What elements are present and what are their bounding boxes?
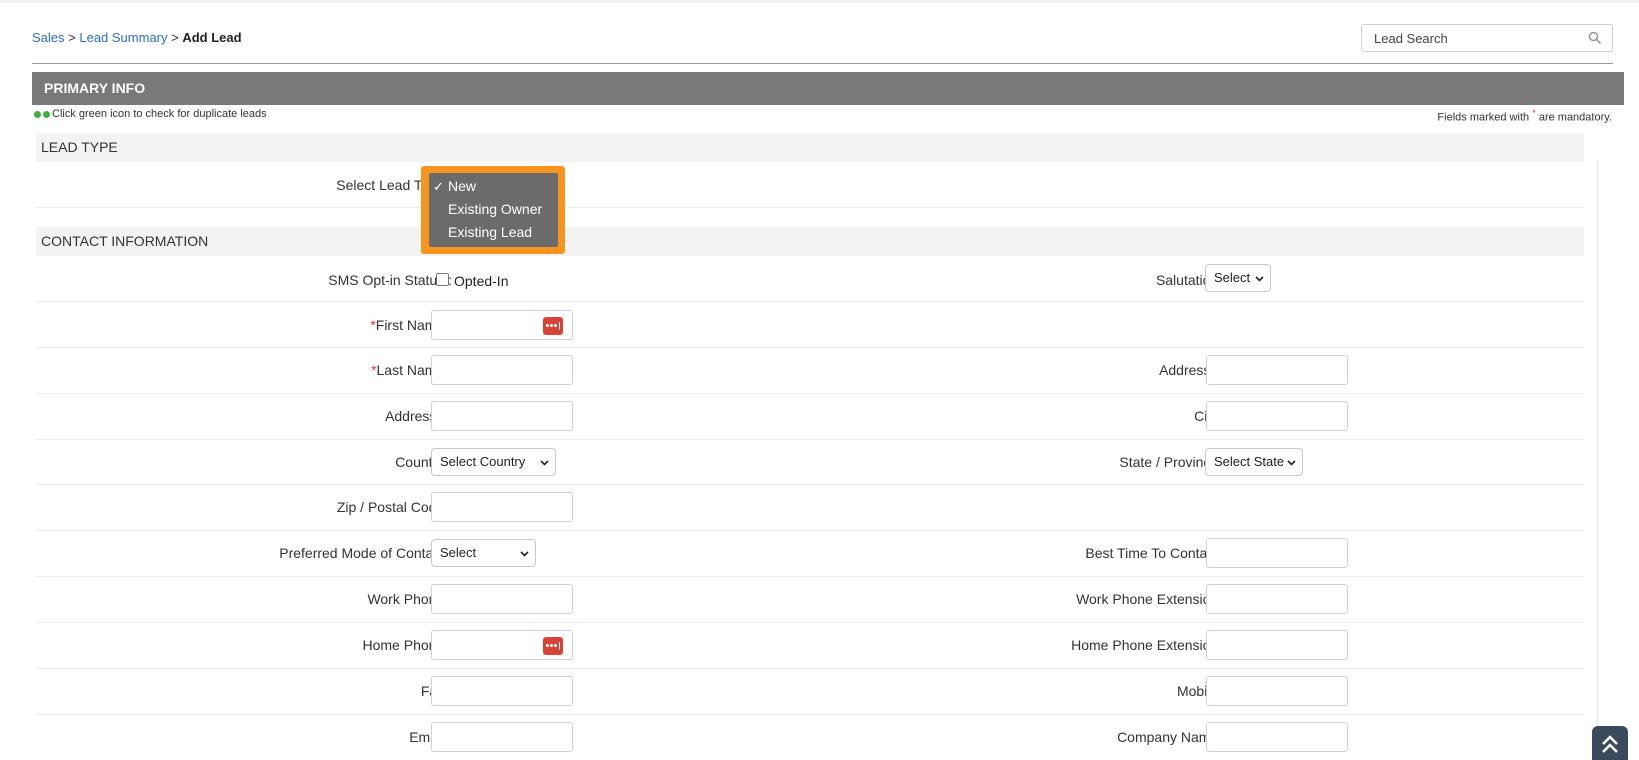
form-row-email: Email : Company Name :	[36, 715, 1584, 760]
form-right-border	[1597, 162, 1598, 760]
chevron-down-icon	[1287, 460, 1296, 466]
company-name-input[interactable]	[1206, 722, 1348, 752]
form-row-first-name: *First Name :	[36, 302, 1584, 348]
home-ext-input[interactable]	[1206, 630, 1348, 660]
form-row-fax: Fax : Mobile :	[36, 669, 1584, 715]
pref-contact-select-value: Select	[440, 545, 477, 560]
duplicate-hint: Click green icon to check for duplicate …	[34, 108, 267, 120]
mandatory-note-suffix: are mandatory.	[1535, 111, 1612, 124]
lead-type-option-label: Existing Lead	[448, 224, 533, 240]
breadcrumb-separator: >	[167, 30, 183, 45]
sms-optin-label: SMS Opt-in Status :	[328, 272, 452, 288]
country-select[interactable]: Select Country	[431, 448, 556, 476]
mobile-input[interactable]	[1206, 676, 1348, 706]
best-time-input[interactable]	[1206, 538, 1348, 568]
form-row-last-name: *Last Name : Address1 :	[36, 348, 1584, 394]
breadcrumb-sales-link[interactable]: Sales	[32, 30, 65, 45]
sms-optin-checkbox[interactable]	[436, 273, 449, 286]
pref-contact-label: Preferred Mode of Contact :	[279, 545, 452, 561]
last-name-input[interactable]	[431, 355, 573, 385]
state-select[interactable]: Select State	[1205, 448, 1303, 476]
form-row-home-phone: Home Phone : Home Phone Extension :	[36, 623, 1584, 669]
breadcrumb-separator: >	[64, 30, 80, 45]
work-ext-label: Work Phone Extension :	[1076, 591, 1226, 607]
chevron-down-icon	[540, 460, 549, 466]
city-input[interactable]	[1206, 401, 1348, 431]
mandatory-note-prefix: Fields marked with	[1437, 111, 1533, 124]
form-row-zip: Zip / Postal Code :	[36, 485, 1584, 531]
home-ext-label: Home Phone Extension :	[1071, 637, 1226, 653]
pref-contact-select[interactable]: Select	[431, 539, 536, 567]
lead-type-section-header: LEAD TYPE	[36, 133, 1584, 162]
state-select-value: Select State	[1214, 454, 1285, 469]
address2-input[interactable]	[431, 401, 573, 431]
breadcrumb-lead-summary-link[interactable]: Lead Summary	[79, 30, 167, 45]
green-dot-icon	[34, 110, 41, 118]
form-row-sms: SMS Opt-in Status : Opted-In Salutation …	[36, 257, 1584, 302]
primary-info-header: PRIMARY INFO	[32, 72, 1624, 105]
password-key-icon[interactable]	[543, 637, 563, 655]
chevron-down-icon	[520, 551, 529, 557]
best-time-label: Best Time To Contact :	[1085, 545, 1226, 561]
divider	[32, 63, 1613, 64]
breadcrumb: Sales > Lead Summary > Add Lead	[32, 30, 242, 45]
double-chevron-up-icon	[1602, 735, 1618, 753]
work-ext-input[interactable]	[1206, 584, 1348, 614]
lead-type-dropdown-menu: ✓ New Existing Owner Existing Lead	[429, 173, 558, 247]
mandatory-note: Fields marked with * are mandatory.	[1437, 108, 1612, 124]
lead-search-input[interactable]	[1362, 25, 1577, 51]
country-select-value: Select Country	[440, 454, 526, 469]
contact-info-section-header: CONTACT INFORMATION	[36, 227, 1584, 256]
lead-type-option-label: New	[448, 178, 477, 194]
check-icon: ✓	[433, 179, 444, 194]
lead-type-row: Select Lead Type :	[36, 162, 1584, 208]
chevron-down-icon	[1255, 276, 1264, 282]
form-row-work-phone: Work Phone : Work Phone Extension :	[36, 577, 1584, 623]
address1-input[interactable]	[1206, 355, 1348, 385]
breadcrumb-current: Add Lead	[182, 30, 242, 45]
lead-type-option-label: Existing Owner	[448, 201, 543, 217]
green-dot-icon	[43, 110, 50, 118]
scroll-to-top-button[interactable]	[1592, 726, 1628, 760]
lead-search-box	[1361, 24, 1613, 52]
form-row-pref-contact: Preferred Mode of Contact : Select Best …	[36, 531, 1584, 577]
first-name-input[interactable]	[431, 310, 573, 340]
password-key-icon[interactable]	[543, 317, 563, 335]
work-phone-input[interactable]	[431, 584, 573, 614]
fax-input[interactable]	[431, 676, 573, 706]
email-input[interactable]	[431, 722, 573, 752]
salutation-select[interactable]: Select	[1205, 264, 1271, 292]
form-row-address2: Address2 : City :	[36, 394, 1584, 440]
search-icon[interactable]	[1588, 31, 1602, 45]
lead-type-option-new[interactable]: ✓ New	[429, 175, 558, 198]
salutation-select-value: Select	[1214, 270, 1251, 285]
lead-type-option-existing-lead[interactable]: Existing Lead	[429, 221, 558, 244]
form-row-country: Country : Select Country State / Provinc…	[36, 440, 1584, 485]
lead-type-option-existing-owner[interactable]: Existing Owner	[429, 198, 558, 221]
home-phone-input[interactable]	[431, 630, 573, 660]
duplicate-hint-text: Click green icon to check for duplicate …	[52, 108, 267, 120]
sms-optin-checkbox-label[interactable]: Opted-In	[454, 273, 508, 289]
top-edge	[0, 0, 1639, 3]
zip-input[interactable]	[431, 492, 573, 522]
